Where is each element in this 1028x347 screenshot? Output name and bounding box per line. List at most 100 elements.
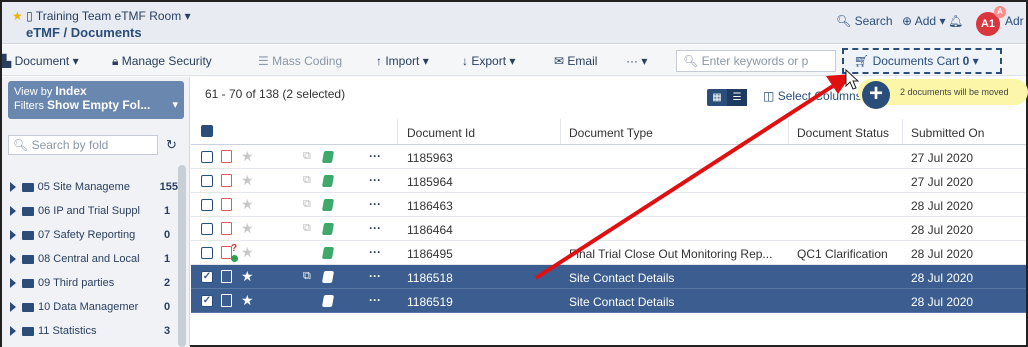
row-actions-icon[interactable]: ···: [369, 269, 381, 283]
tree-item[interactable]: 08 Central and Local 1: [2, 247, 178, 271]
row-actions-icon[interactable]: ···: [369, 221, 381, 235]
tree-item[interactable]: 05 Site Manageme 155: [2, 175, 178, 199]
star-icon[interactable]: ★: [241, 244, 254, 261]
caret-right-icon: [10, 278, 16, 288]
book-icon[interactable]: [321, 175, 335, 187]
table-row[interactable]: ★ ⧉ ··· 1186464 28 Jul 2020: [191, 217, 1026, 241]
row-checkbox[interactable]: [201, 223, 213, 235]
view-filter-selector[interactable]: View by Index Filters Show Empty Fol... …: [8, 81, 184, 119]
import-menu-button[interactable]: ↑ Import ▾: [376, 54, 429, 68]
more-menu-button[interactable]: ··· ▾: [626, 54, 647, 68]
document-type: Final Trial Close Out Monitoring Rep...: [569, 247, 773, 261]
copy-icon[interactable]: ⧉: [303, 198, 311, 211]
book-icon[interactable]: [321, 247, 335, 259]
document-id: 1186518: [407, 271, 453, 285]
row-checkbox[interactable]: [201, 151, 213, 163]
copy-icon[interactable]: ⧉: [303, 174, 311, 187]
row-actions-icon[interactable]: ···: [369, 173, 381, 187]
cart-count: 0: [962, 54, 970, 68]
file-icon: ▙: [2, 54, 12, 68]
add-menu-button[interactable]: ⊕ Add ▾: [902, 14, 945, 28]
table-row[interactable]: ✓ ★ ⧉ ··· 1186518 Site Contact Details 2…: [191, 265, 1026, 289]
row-checkbox[interactable]: ✓: [201, 295, 213, 307]
mass-coding-button[interactable]: ☰ Mass Coding: [258, 54, 342, 68]
question-icon: ?: [231, 243, 238, 254]
tree-item[interactable]: 07 Safety Reporting 0: [2, 223, 178, 247]
favorite-star-icon: ★: [12, 9, 23, 23]
toolbar: ▙ Document ▾ 🔒︎ Manage Security ☰ Mass C…: [2, 45, 1026, 76]
book-icon[interactable]: [321, 151, 335, 163]
column-header-submitted-on[interactable]: Submitted On: [911, 126, 984, 140]
user-name[interactable]: Adr: [1005, 14, 1024, 28]
column-header-document-type[interactable]: Document Type: [569, 126, 653, 140]
table-row[interactable]: ★ ⧉ ··· 1185963 27 Jul 2020: [191, 145, 1026, 169]
bell-icon[interactable]: 🔔︎: [948, 14, 963, 28]
folder-tree: 05 Site Manageme 155 06 IP and Trial Supp…: [2, 175, 178, 343]
row-actions-icon[interactable]: ···: [369, 245, 381, 259]
search-label: Search: [854, 14, 893, 28]
submitted-on: 28 Jul 2020: [911, 247, 974, 261]
export-menu-button[interactable]: ↓ Export ▾: [462, 54, 515, 68]
refresh-icon[interactable]: ↻: [166, 137, 177, 153]
column-header-document-id[interactable]: Document Id: [407, 126, 475, 140]
view-toggle[interactable]: ▦ ☰: [707, 89, 747, 106]
tree-item[interactable]: 06 IP and Trial Suppl 1: [2, 199, 178, 223]
column-header-document-status[interactable]: Document Status: [797, 126, 889, 140]
copy-icon[interactable]: ⧉: [303, 270, 311, 283]
manage-security-button[interactable]: 🔒︎ Manage Security: [112, 54, 212, 69]
search-icon: 🔍︎: [13, 138, 29, 152]
folder-search-input[interactable]: 🔍︎ Search by fold: [8, 135, 158, 155]
folder-icon: [22, 326, 34, 336]
copy-icon[interactable]: ⧉: [303, 150, 311, 163]
table-row[interactable]: ★ ⧉ ··· 1186463 28 Jul 2020: [191, 193, 1026, 217]
tree-item[interactable]: 09 Third parties 2: [2, 271, 178, 295]
book-icon[interactable]: [321, 295, 335, 307]
avatar[interactable]: A1 A: [976, 6, 1006, 36]
documents-cart-button[interactable]: 🛒︎ Documents Cart 0 ▾: [842, 48, 1002, 74]
select-columns-button[interactable]: ◫ Select Columns: [763, 89, 862, 103]
tree-item-count: 1: [164, 205, 171, 217]
star-icon[interactable]: ★: [241, 292, 254, 309]
list-view-icon[interactable]: ☰: [727, 89, 747, 106]
table-row[interactable]: ★ ⧉ ··· 1185964 27 Jul 2020: [191, 169, 1026, 193]
caret-right-icon: [10, 206, 16, 216]
star-icon[interactable]: ★: [241, 220, 254, 237]
column-divider: [788, 119, 789, 144]
row-checkbox[interactable]: ✓: [201, 271, 213, 283]
row-actions-icon[interactable]: ···: [369, 293, 381, 307]
star-icon[interactable]: ★: [241, 172, 254, 189]
document-menu-button[interactable]: ▙ Document ▾: [2, 54, 79, 68]
pdf-icon: [221, 294, 232, 307]
table-row[interactable]: ✓ ★ ··· 1186519 Site Contact Details 28 …: [191, 289, 1026, 313]
tree-item[interactable]: 10 Data Managemer 0: [2, 295, 178, 319]
select-all-checkbox[interactable]: [201, 125, 213, 137]
book-icon[interactable]: [321, 223, 335, 235]
pdf-icon: [221, 150, 232, 163]
star-icon[interactable]: ★: [241, 148, 254, 165]
book-icon[interactable]: [321, 271, 335, 283]
row-actions-icon[interactable]: ···: [369, 149, 381, 163]
filters-label: Filters: [14, 100, 44, 112]
star-icon[interactable]: ★: [241, 268, 254, 285]
book-icon[interactable]: [321, 199, 335, 211]
email-button[interactable]: ✉ Email: [554, 54, 597, 68]
sidebar-scrollbar[interactable]: [178, 165, 186, 347]
chevron-down-icon: ▾: [939, 14, 946, 28]
search-link[interactable]: 🔍︎ Search: [836, 14, 893, 28]
table-row[interactable]: ? ★ ··· 1186495 Final Trial Close Out Mo…: [191, 241, 1026, 265]
tree-item[interactable]: 11 Statistics 3: [2, 319, 178, 343]
grid-view-icon[interactable]: ▦: [707, 89, 727, 106]
tree-item-count: 3: [164, 325, 171, 337]
plus-circle-icon: ⊕: [902, 14, 913, 28]
document-id: 1185964: [407, 175, 453, 189]
row-checkbox[interactable]: [201, 247, 213, 259]
keyword-search-input[interactable]: 🔍︎ Enter keywords or p: [676, 50, 836, 72]
copy-icon[interactable]: ⧉: [303, 222, 311, 235]
star-icon[interactable]: ★: [241, 196, 254, 213]
envelope-icon: ✉: [554, 54, 565, 68]
row-actions-icon[interactable]: ···: [369, 197, 381, 211]
row-checkbox[interactable]: [201, 199, 213, 211]
column-divider: [397, 119, 398, 144]
room-selector[interactable]: ★ ▯ Training Team eTMF Room ▾: [12, 9, 191, 23]
row-checkbox[interactable]: [201, 175, 213, 187]
